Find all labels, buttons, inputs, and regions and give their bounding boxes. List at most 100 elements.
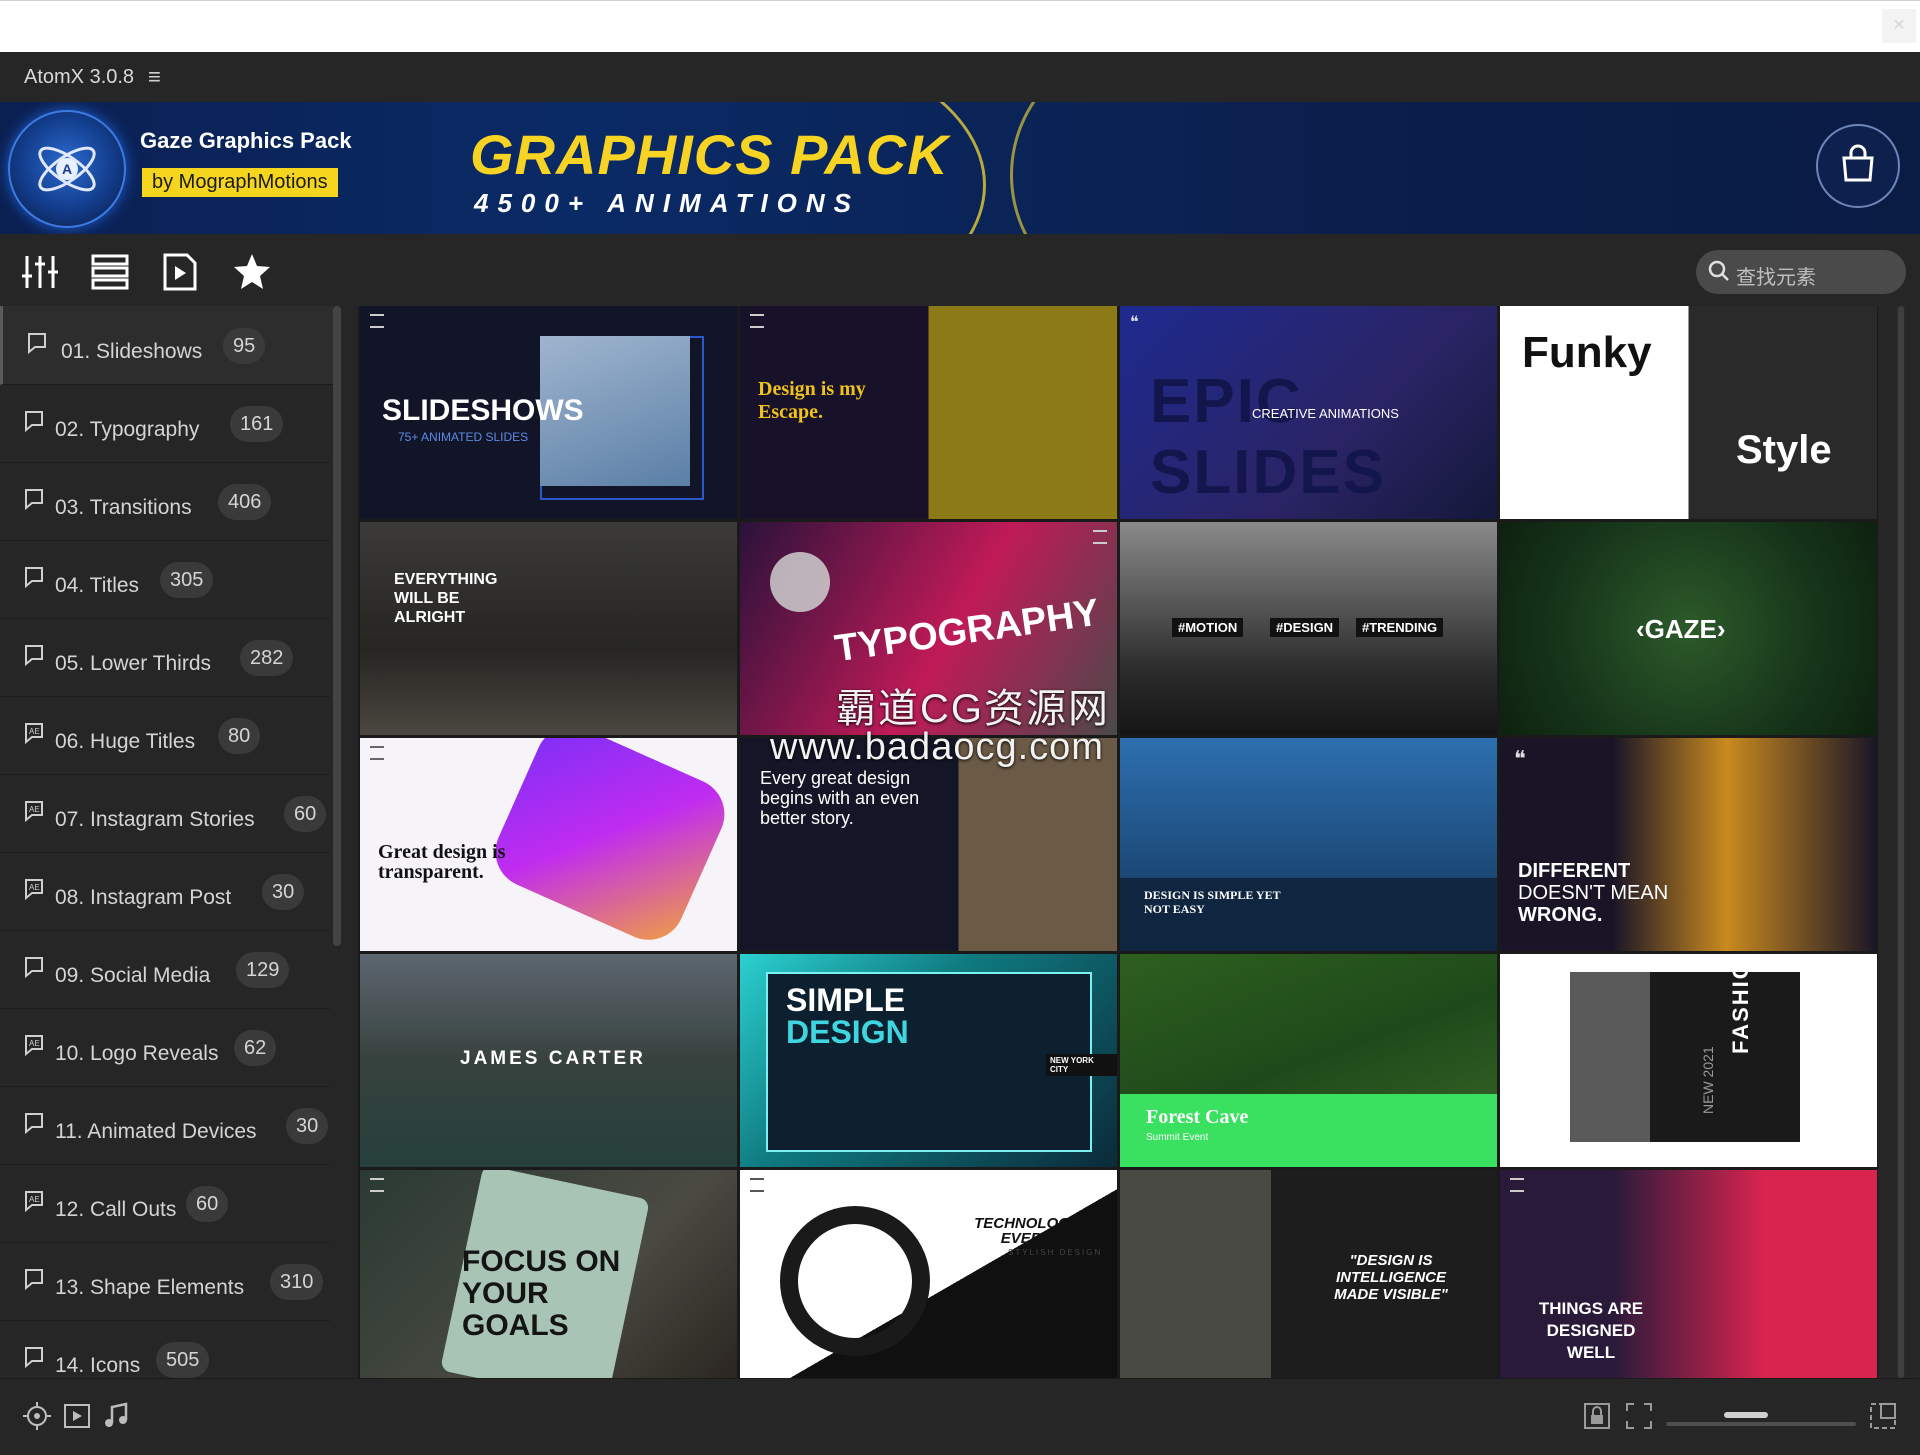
tile-subtitle: DESIGN xyxy=(786,1014,909,1050)
preset-tile[interactable]: Funky Style xyxy=(1500,306,1877,519)
preset-tile[interactable]: EVERYTHING WILL BE ALRIGHT xyxy=(360,522,737,735)
video-icon[interactable] xyxy=(62,1401,92,1431)
tile-title: Design is my Escape. xyxy=(758,378,866,423)
ae-file-icon: AE xyxy=(25,1035,43,1056)
count-badge: 161 xyxy=(230,406,284,442)
svg-text:A: A xyxy=(62,161,72,177)
preset-tile[interactable]: TECHNOLOGY IS EVERYTHING STYLISH DESIGN xyxy=(740,1170,1117,1378)
sidebar-item-instagram-post[interactable]: AE 08. Instagram Post 30 xyxy=(0,852,330,931)
fit-icon[interactable] xyxy=(1624,1401,1654,1431)
preset-tile[interactable]: SIMPLE DESIGN NEW YORK CITY xyxy=(740,954,1117,1167)
count-badge: 95 xyxy=(223,328,266,364)
sidebar-item-label: 11. Animated Devices xyxy=(55,1120,257,1143)
sidebar-item-label: 14. Icons xyxy=(55,1354,141,1377)
tile-subtitle: CREATIVE ANIMATIONS xyxy=(1252,406,1399,421)
preset-tile[interactable]: THINGS ARE DESIGNED WELL xyxy=(1500,1170,1877,1378)
watermark-url: www.badaocg.com xyxy=(770,726,1104,768)
music-icon[interactable] xyxy=(102,1401,132,1431)
sidebar-item-shape-elements[interactable]: 13. Shape Elements 310 xyxy=(0,1242,330,1321)
search-placeholder: 查找元素 xyxy=(1736,267,1816,289)
tile-title: TECHNOLOGY IS EVERYTHING xyxy=(974,1215,1098,1247)
preset-tile[interactable]: ❝ DIFFERENT DOESN'T MEAN WRONG. xyxy=(1500,738,1877,951)
target-icon[interactable] xyxy=(22,1401,52,1431)
preset-tile[interactable]: Design is my Escape. xyxy=(740,306,1117,519)
sidebar-item-typography[interactable]: 02. Typography 161 xyxy=(0,384,330,463)
sidebar-scrollbar[interactable] xyxy=(333,306,341,946)
sidebar-item-huge-titles[interactable]: AE 06. Huge Titles 80 xyxy=(0,696,330,775)
lock-icon[interactable] xyxy=(1582,1401,1612,1431)
folder-icon xyxy=(25,489,43,510)
ae-file-icon: AE xyxy=(25,801,43,822)
sidebar-item-instagram-stories[interactable]: AE 07. Instagram Stories 60 xyxy=(0,774,330,853)
sidebar-item-lower-thirds[interactable]: 05. Lower Thirds 282 xyxy=(0,618,330,697)
count-badge: 310 xyxy=(270,1264,324,1300)
folder-icon xyxy=(25,645,43,666)
star-icon[interactable] xyxy=(232,252,272,292)
play-file-icon[interactable] xyxy=(160,252,200,292)
tile-menu-icon xyxy=(370,746,384,760)
preset-tile[interactable]: ❝ EPIC SLIDES CREATIVE ANIMATIONS xyxy=(1120,306,1497,519)
sidebar-item-transitions[interactable]: 03. Transitions 406 xyxy=(0,462,330,541)
sidebar-item-label: 08. Instagram Post xyxy=(55,886,232,909)
caption-bar xyxy=(1120,1094,1497,1167)
preset-tile[interactable]: Forest Cave Summit Event xyxy=(1120,954,1497,1167)
tile-title: FOCUS ON YOUR GOALS xyxy=(462,1245,621,1342)
sidebar-item-titles[interactable]: 04. Titles 305 xyxy=(0,540,330,619)
count-badge: 30 xyxy=(262,874,305,910)
expand-icon[interactable] xyxy=(1868,1401,1898,1431)
tile-caption: NEW YORK CITY xyxy=(1046,1054,1117,1076)
tile-subtitle: 75+ ANIMATED SLIDES xyxy=(398,430,529,444)
tile-title: THINGS ARE DESIGNED WELL xyxy=(1538,1299,1644,1362)
sidebar-item-animated-devices[interactable]: 11. Animated Devices 30 xyxy=(0,1086,330,1165)
list-icon[interactable] xyxy=(90,252,130,292)
grid-scrollbar[interactable] xyxy=(1896,306,1906,1378)
zoom-slider-handle[interactable] xyxy=(1724,1412,1768,1418)
sidebar-item-label: 10. Logo Reveals xyxy=(55,1042,219,1065)
shopping-bag-button[interactable] xyxy=(1816,124,1900,208)
banner-subline: 4500+ ANIMATIONS xyxy=(474,188,861,218)
search-input[interactable]: 查找元素 xyxy=(1696,250,1906,294)
preset-grid: SLIDESHOWS 75+ ANIMATED SLIDES Design is… xyxy=(358,306,1878,1378)
status-bar xyxy=(0,1378,1920,1455)
preset-tile[interactable]: Great design is transparent. xyxy=(360,738,737,951)
tile-title: FASHION xyxy=(1728,954,1753,1054)
hamburger-icon[interactable]: ≡ xyxy=(148,64,161,90)
sidebar-item-label: 02. Typography xyxy=(55,418,200,441)
sidebar-item-label: 03. Transitions xyxy=(55,496,192,519)
sidebar-item-logo-reveals[interactable]: AE 10. Logo Reveals 62 xyxy=(0,1008,330,1087)
preset-tile[interactable]: ‹GAZE› xyxy=(1500,522,1877,735)
sliders-icon[interactable] xyxy=(20,252,60,292)
tile-menu-icon xyxy=(370,1178,384,1192)
system-titlebar: ✕ xyxy=(0,0,1920,53)
preset-tile[interactable]: FASHION NEW 2021 xyxy=(1500,954,1877,1167)
preset-tile[interactable]: #MOTION #DESIGN #TRENDING xyxy=(1120,522,1497,735)
app-title: AtomX 3.0.8 xyxy=(24,66,135,88)
tile-title: DESIGN IS SIMPLE YET NOT EASY xyxy=(1144,888,1281,916)
tile-title: SLIDESHOWS xyxy=(382,394,584,427)
sidebar-item-icons[interactable]: 14. Icons 505 xyxy=(0,1320,330,1378)
preset-tile[interactable]: DESIGN IS SIMPLE YET NOT EASY xyxy=(1120,738,1497,951)
tile-subtitle-2: WRONG. xyxy=(1518,904,1603,926)
count-badge: 505 xyxy=(156,1342,210,1378)
preset-tile[interactable]: "DESIGN IS INTELLIGENCE MADE VISIBLE" xyxy=(1120,1170,1497,1378)
tile-title: Funky xyxy=(1522,328,1652,377)
svg-text:AE: AE xyxy=(29,805,40,814)
preset-tile[interactable]: JAMES CARTER xyxy=(360,954,737,1167)
ae-file-icon: AE xyxy=(25,723,43,744)
preset-tile[interactable]: FOCUS ON YOUR GOALS xyxy=(360,1170,737,1378)
sidebar-item-call-outs[interactable]: AE 12. Call Outs 60 xyxy=(0,1164,330,1243)
sidebar-item-social-media[interactable]: 09. Social Media 129 xyxy=(0,930,330,1009)
pack-banner[interactable]: A Gaze Graphics Pack by MographMotions G… xyxy=(0,102,1920,234)
zoom-slider[interactable] xyxy=(1666,1422,1856,1426)
sidebar-item-slideshows[interactable]: 01. Slideshows 95 xyxy=(0,306,333,385)
folder-icon xyxy=(25,411,43,432)
app-titlebar: AtomX 3.0.8 ≡ xyxy=(0,52,1920,102)
banner-arc xyxy=(1010,102,1276,234)
scrollbar-thumb[interactable] xyxy=(1898,306,1904,1378)
preset-tile[interactable]: SLIDESHOWS 75+ ANIMATED SLIDES xyxy=(360,306,737,519)
close-icon[interactable]: ✕ xyxy=(1882,9,1916,43)
tile-menu-icon xyxy=(1510,1178,1524,1192)
preset-tile[interactable]: Every great design begins with an even b… xyxy=(740,738,1117,951)
category-sidebar: 01. Slideshows 95 02. Typography 161 03.… xyxy=(0,306,346,1378)
tile-title: EVERYTHING WILL BE ALRIGHT xyxy=(394,571,498,626)
